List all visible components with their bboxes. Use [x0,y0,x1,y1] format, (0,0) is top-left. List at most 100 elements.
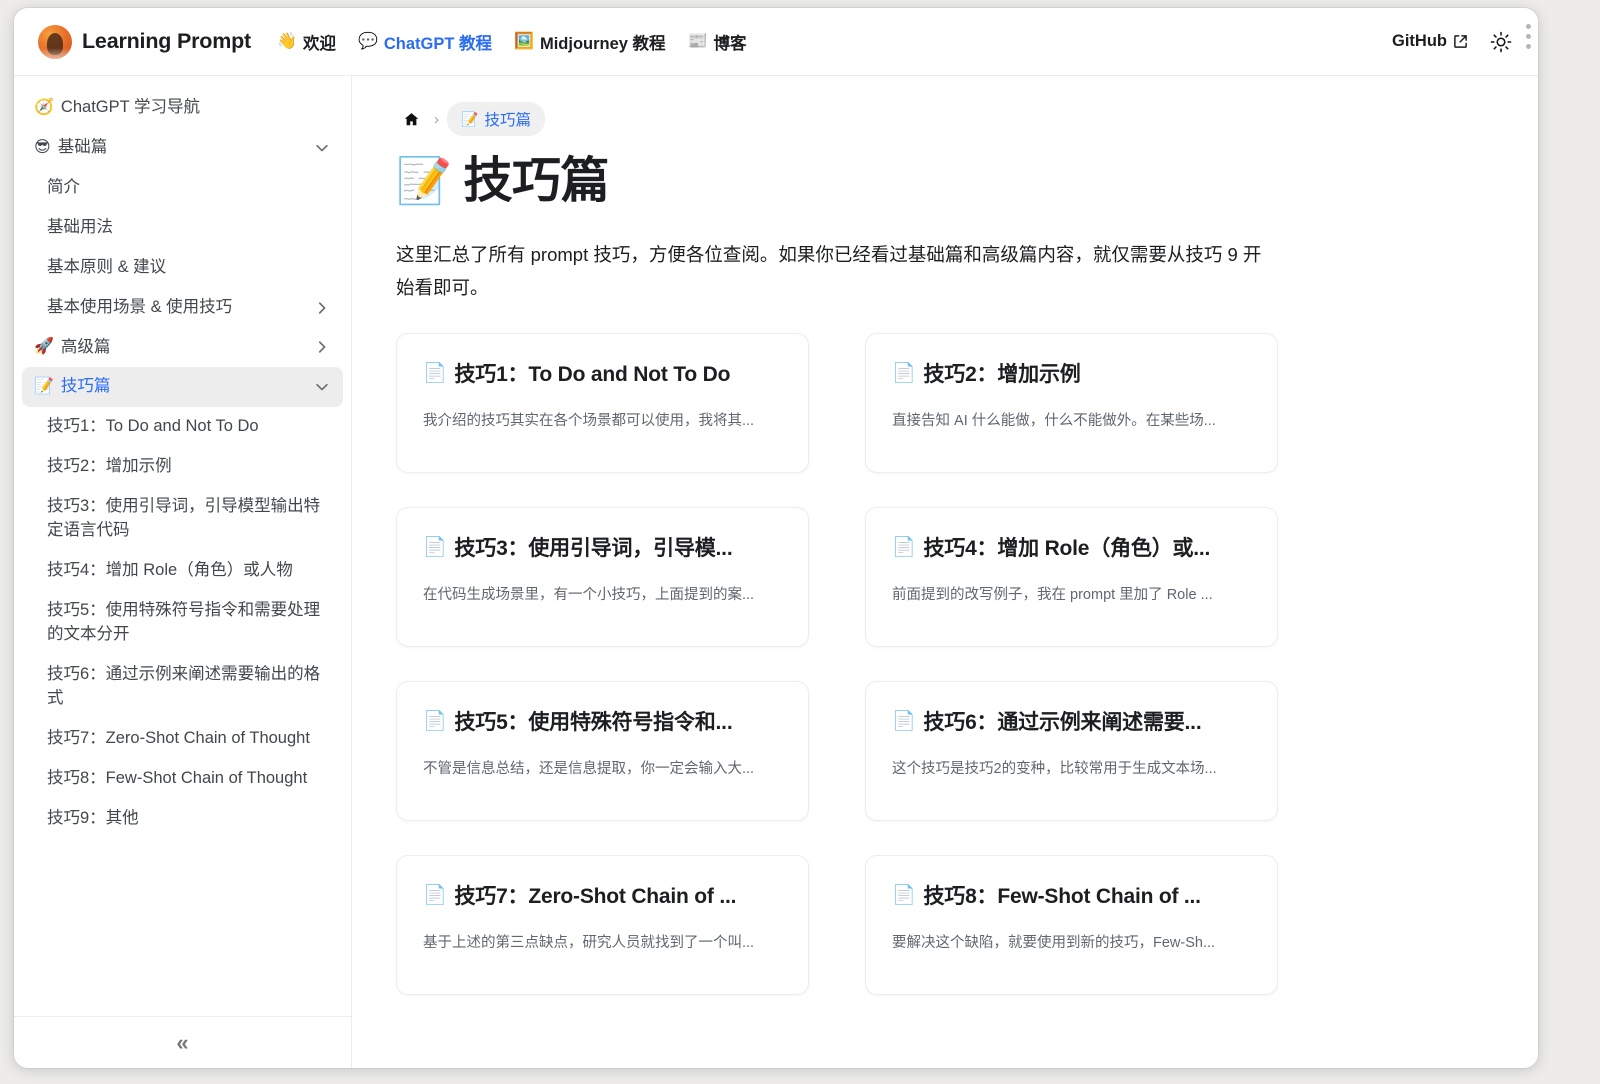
avatar-logo-icon [38,24,72,59]
chevron-right-icon[interactable] [313,299,331,317]
home-icon [404,112,418,125]
theme-toggle-button[interactable] [1486,27,1516,57]
sidebar-item-14[interactable]: 技巧7：Zero-Shot Chain of Thought [22,719,343,759]
primary-nav: 👋 欢迎 💬 ChatGPT 教程 🖼️ Midjourney 教程 📰 博客 [277,30,746,54]
sidebar-item-label: 基本原则 & 建议 [47,257,167,276]
memo-icon-large: 📝 [396,155,452,207]
sidebar-item-11[interactable]: 技巧4：增加 Role（角色）或人物 [22,551,343,591]
card-2[interactable]: 📄 技巧3：使用引导词，引导模... 在代码生成场景里，有一个小技巧，上面提到的案.… [396,506,809,647]
sidebar-item-label: 简介 [47,177,80,196]
sidebar-item-label: 技巧6：通过示例来阐述需要输出的格式 [47,664,321,707]
github-link-label: GitHub [1392,32,1447,50]
grip-dot [1526,24,1531,29]
card-3[interactable]: 📄 技巧4：增加 Role（角色）或... 前面提到的改写例子，我在 prompt … [865,506,1278,647]
brand-name: Learning Prompt [82,29,252,53]
sidebar-item-9[interactable]: 技巧2：增加示例 [22,447,343,487]
page-title: 📝 技巧篇 [396,154,1490,209]
sidebar-item-label: 技巧7：Zero-Shot Chain of Thought [47,728,310,747]
sidebar-item-5[interactable]: 基本使用场景 & 使用技巧 [22,288,343,328]
chevron-right-icon[interactable] [313,338,331,356]
sidebar-scroll-area[interactable]: 🧭 ChatGPT 学习导航 😎 基础篇简介基础用法基本原则 & 建议基本使用场景 &… [14,76,351,1016]
card-title: 📄 技巧2：增加示例 [892,358,1251,388]
sidebar-item-label: 基本使用场景 & 使用技巧 [47,297,233,316]
card-title: 📄 技巧1：To Do and Not To Do [423,358,782,388]
breadcrumb-current-page[interactable]: 📝 技巧篇 [447,102,545,136]
sidebar-item-label: 技巧1：To Do and Not To Do [47,417,259,436]
page-facing-up-icon: 📄 [892,362,916,384]
page-intro-paragraph: 这里汇总了所有 prompt 技巧，方便各位查阅。如果你已经看过基础篇和高级篇内… [396,243,1262,298]
sidebar-item-2[interactable]: 简介 [22,168,343,208]
sidebar-item-4[interactable]: 基本原则 & 建议 [22,248,343,288]
chevron-down-icon[interactable] [313,139,331,157]
wave-icon: 👋 [277,32,297,50]
card-6[interactable]: 📄 技巧7：Zero-Shot Chain of ... 基于上述的第三点缺点，研究… [396,854,809,995]
card-7[interactable]: 📄 技巧8：Few-Shot Chain of ... 要解决这个缺陷，就要使用到新… [865,854,1278,995]
card-description: 基于上述的第三点缺点，研究人员就找到了一个叫... [423,934,755,951]
grip-dot [1526,44,1531,49]
card-description: 要解决这个缺陷，就要使用到新的技巧，Few-Sh... [892,934,1216,951]
sidebar-item-label: 技巧8：Few-Shot Chain of Thought [47,768,308,787]
window-resize-grip[interactable] [1526,24,1533,49]
card-1[interactable]: 📄 技巧2：增加示例直接告知 AI 什么能做，什么不能做外。在某些场... [865,332,1278,473]
card-description: 我介绍的技巧其实在各个场景都可以使用，我将其... [423,412,755,429]
sidebar-item-1[interactable]: 😎 基础篇 [22,128,343,168]
brand-home-link[interactable]: Learning Prompt [38,24,252,59]
sidebar-item-label: 技巧2：增加示例 [47,457,172,476]
nav-link-chatgpt-tutorial[interactable]: 💬 ChatGPT 教程 [358,30,492,54]
card-title-text: 技巧8：Few-Shot Chain of ... [923,884,1201,908]
newspaper-icon: 📰 [687,32,708,50]
sidebar-menu: 🧭 ChatGPT 学习导航 😎 基础篇简介基础用法基本原则 & 建议基本使用场景 &… [22,88,343,838]
sidebar-item-label: 技巧9：其他 [47,808,139,827]
github-link[interactable]: GitHub [1392,32,1468,51]
sidebar-item-8[interactable]: 技巧1：To Do and Not To Do [22,407,343,447]
breadcrumb-home-link[interactable] [396,104,426,134]
card-title: 📄 技巧5：使用特殊符号指令和... [423,706,782,736]
card-title: 📄 技巧6：通过示例来阐述需要... [892,706,1251,736]
nav-link-midjourney-tutorial[interactable]: 🖼️ Midjourney 教程 [514,30,666,54]
sun-icon [1490,31,1512,52]
nav-link-blog[interactable]: 📰 博客 [688,30,747,54]
sidebar-item-emoji: 😎 [34,138,51,156]
sidebar-item-0[interactable]: 🧭 ChatGPT 学习导航 [22,88,343,128]
card-title-text: 技巧7：Zero-Shot Chain of ... [454,884,737,908]
sidebar-item-13[interactable]: 技巧6：通过示例来阐述需要输出的格式 [22,655,343,719]
sidebar-item-emoji: 🧭 [34,98,54,116]
page-facing-up-icon: 📄 [423,710,447,732]
sidebar-item-16[interactable]: 技巧9：其他 [22,799,343,839]
nav-link-welcome[interactable]: 👋 欢迎 [277,30,336,54]
grip-dot [1526,34,1531,39]
sidebar-item-label: 技巧篇 [60,377,111,396]
card-4[interactable]: 📄 技巧5：使用特殊符号指令和... 不管是信息总结，还是信息提取，你一定会输入大.… [396,680,809,821]
nav-link-midjourney-tutorial-label: Midjourney 教程 [539,34,666,53]
card-title-text: 技巧4：增加 Role（角色）或... [923,536,1211,560]
card-grid: 📄 技巧1：To Do and Not To Do 我介绍的技巧其实在各个场景都可以… [396,332,1278,995]
card-description: 这个技巧是技巧2的变种，比较常用于生成文本场... [892,760,1217,777]
chevron-down-icon[interactable] [313,378,331,396]
card-5[interactable]: 📄 技巧6：通过示例来阐述需要... 这个技巧是技巧2的变种，比较常用于生成文本场.… [865,680,1278,821]
sidebar-item-15[interactable]: 技巧8：Few-Shot Chain of Thought [22,759,343,799]
page-facing-up-icon: 📄 [892,536,916,558]
sidebar-item-7[interactable]: 📝 技巧篇 [22,367,343,408]
nav-link-welcome-label: 欢迎 [302,34,336,53]
page-title-text: 技巧篇 [463,154,610,208]
card-title-text: 技巧3：使用引导词，引导模... [454,536,733,560]
main-content: › 📝 技巧篇 📝 技巧篇 这里汇总了所有 prompt 技巧，方便各位查阅。如… [352,76,1538,1068]
sidebar-collapse-button[interactable]: « [14,1016,351,1068]
sidebar-item-3[interactable]: 基础用法 [22,208,343,248]
nav-link-blog-label: 博客 [713,34,747,53]
sidebar: 🧭 ChatGPT 学习导航 😎 基础篇简介基础用法基本原则 & 建议基本使用场景 &… [14,76,352,1068]
picture-icon: 🖼️ [514,32,534,50]
card-title: 📄 技巧4：增加 Role（角色）或... [892,532,1251,562]
page-facing-up-icon: 📄 [423,536,447,558]
card-description: 直接告知 AI 什么能做，什么不能做外。在某些场... [892,412,1216,429]
breadcrumb-separator: › [434,110,439,128]
sidebar-item-emoji: 📝 [34,378,54,396]
external-link-icon [1454,35,1467,48]
card-title-text: 技巧6：通过示例来阐述需要... [923,710,1202,734]
sidebar-item-12[interactable]: 技巧5：使用特殊符号指令和需要处理的文本分开 [22,591,343,655]
sidebar-item-10[interactable]: 技巧3：使用引导词，引导模型输出特定语言代码 [22,487,343,551]
breadcrumb: › 📝 技巧篇 [396,102,1490,136]
sidebar-item-label: 基础篇 [57,137,108,156]
card-0[interactable]: 📄 技巧1：To Do and Not To Do 我介绍的技巧其实在各个场景都可以… [396,332,809,473]
sidebar-item-6[interactable]: 🚀 高级篇 [22,328,343,368]
